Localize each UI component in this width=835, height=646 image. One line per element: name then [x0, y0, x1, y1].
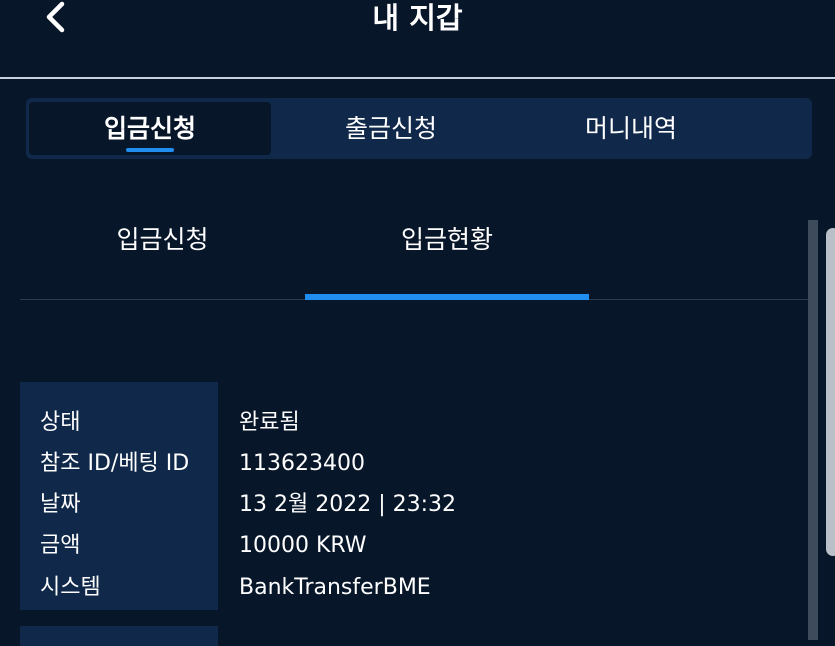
- detail-row-system: 시스템 BankTransferBME: [20, 569, 815, 607]
- wallet-tab-bar: 입금신청 출금신청 머니내역: [26, 98, 812, 159]
- row-value: BankTransferBME: [239, 575, 431, 600]
- app-header: 내 지갑: [0, 0, 835, 77]
- deposit-subtab-bar: 입금신청 입금현황: [20, 210, 815, 302]
- row-value: 10000 KRW: [239, 533, 367, 558]
- tab-label: 출금신청: [344, 114, 437, 143]
- tab-money-history[interactable]: 머니내역: [511, 102, 751, 155]
- tab-label: 입금신청: [103, 114, 196, 143]
- subtab-deposit-status[interactable]: 입금현황: [305, 210, 589, 302]
- detail-row-status: 상태 완료됨: [20, 404, 815, 442]
- detail-row-amount: 금액 10000 KRW: [20, 527, 815, 565]
- scrollbar-thumb[interactable]: [826, 228, 835, 556]
- page-title: 내 지갑: [372, 1, 463, 35]
- tab-label: 머니내역: [584, 114, 677, 143]
- header-divider: [0, 77, 835, 79]
- deposit-detail-card: 상태 완료됨 참조 ID/베팅 ID 113623400 날짜 13 2월 20…: [20, 382, 815, 610]
- row-label: 상태: [40, 410, 81, 435]
- row-label: 시스템: [40, 575, 101, 600]
- row-label: 참조 ID/베팅 ID: [40, 451, 190, 476]
- active-tab-indicator: [126, 148, 174, 152]
- tab-withdraw-request[interactable]: 출금신청: [271, 102, 511, 155]
- subtab-label: 입금현황: [400, 225, 493, 254]
- tab-deposit-request[interactable]: 입금신청: [29, 102, 271, 155]
- next-detail-card: [20, 626, 218, 646]
- detail-row-reference-id: 참조 ID/베팅 ID 113623400: [20, 445, 815, 483]
- active-subtab-indicator: [305, 294, 589, 300]
- row-value: 13 2월 2022 | 23:32: [239, 492, 457, 517]
- detail-row-date: 날짜 13 2월 2022 | 23:32: [20, 486, 815, 524]
- subtab-deposit-request[interactable]: 입금신청: [20, 210, 305, 302]
- row-label: 날짜: [40, 492, 81, 517]
- row-value: 113623400: [239, 451, 365, 476]
- row-value: 완료됨: [239, 410, 300, 435]
- subtab-label: 입금신청: [116, 225, 209, 254]
- row-label: 금액: [40, 533, 81, 558]
